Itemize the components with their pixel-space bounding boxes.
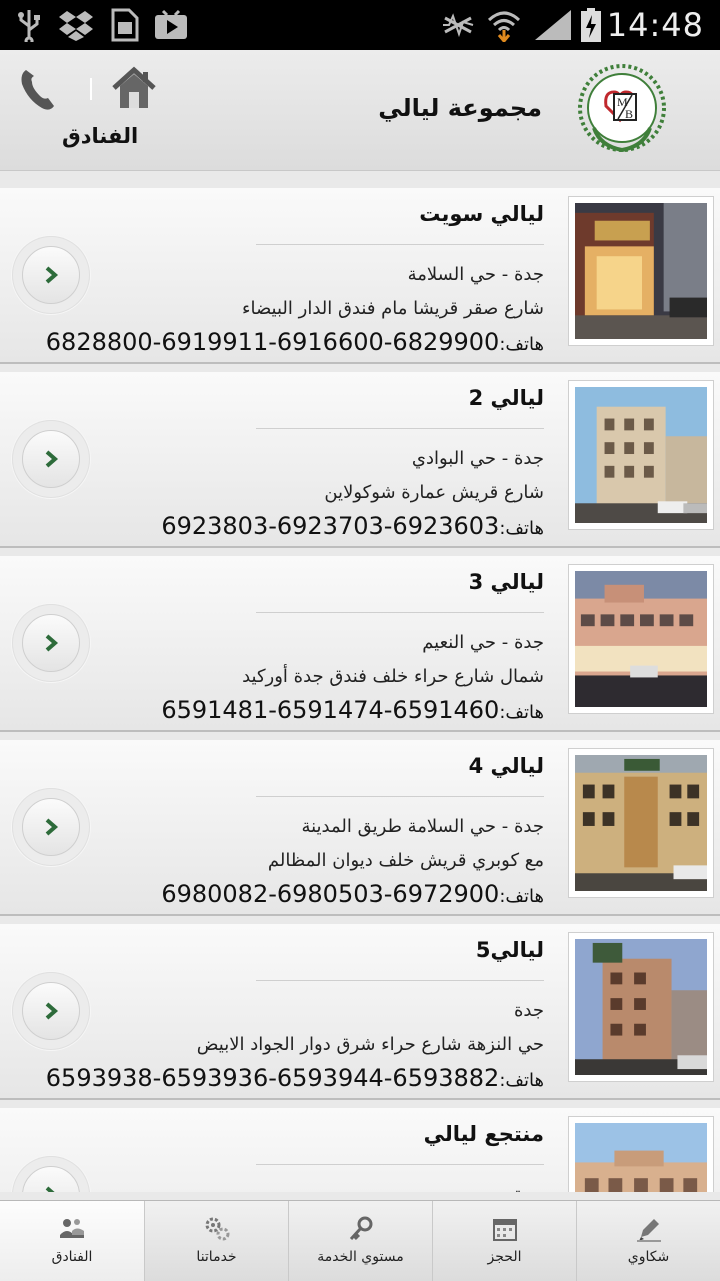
open-hotel-button[interactable]	[12, 972, 90, 1050]
chevron-right-icon	[45, 1186, 55, 1192]
hotel-address: شارع صقر قريشا مام فندق الدار البيضاء	[242, 298, 544, 319]
logo: M B	[570, 62, 674, 158]
section-title: الفنادق	[62, 124, 139, 148]
battery-charging-icon	[578, 8, 604, 42]
tab-label: خدماتنا	[196, 1249, 237, 1265]
tab-complaints[interactable]: شكاوي	[576, 1201, 720, 1281]
divider	[256, 796, 544, 797]
hotel-district: جدة - حي النعيم	[422, 632, 544, 653]
hotel-card[interactable]: ليالي 2 جدة - حي البوادي شارع قريش عمارة…	[0, 372, 720, 548]
usb-icon	[14, 8, 44, 42]
hotel-name: ليالي سويت	[419, 202, 544, 226]
hotel-name: ليالي5	[475, 938, 544, 962]
hotel-phones[interactable]: هاتف:6593938-6593936-6593944-6593882	[46, 1064, 544, 1092]
tab-label: الفنادق	[51, 1249, 93, 1265]
tab-label: مستوي الخدمة	[317, 1249, 404, 1265]
hotel-district: جدة - حي السلامة	[407, 264, 544, 285]
home-icon[interactable]	[110, 64, 158, 112]
page-title: مجموعة ليالي	[378, 94, 542, 122]
phone-label: هاتف:	[499, 334, 544, 355]
hotel-name: ليالي 3	[468, 570, 544, 594]
svg-text:B: B	[625, 107, 633, 121]
hotel-phones[interactable]: هاتف:6923803-6923703-6923603	[161, 512, 544, 540]
hotel-list[interactable]: ليالي سويت جدة - حي السلامة شارع صقر قري…	[0, 180, 720, 1192]
hotel-photo	[568, 380, 714, 530]
tab-services[interactable]: خدماتنا	[144, 1201, 288, 1281]
divider	[256, 244, 544, 245]
hotel-name: منتجع ليالي	[423, 1122, 544, 1146]
phone-numbers[interactable]: 6593938-6593936-6593944-6593882	[46, 1064, 500, 1092]
hotel-card[interactable]: ليالي سويت جدة - حي السلامة شارع صقر قري…	[0, 188, 720, 364]
phone-numbers[interactable]: 6923803-6923703-6923603	[161, 512, 499, 540]
hotel-photo	[568, 1116, 714, 1192]
hotel-address: مع كوبري قريش خلف ديوان المظالم	[267, 850, 544, 871]
phone-label: هاتف:	[499, 1070, 544, 1091]
phone-label: هاتف:	[499, 886, 544, 907]
hotel-phones[interactable]: هاتف:6591481-6591474-6591460	[161, 696, 544, 724]
tab-service-level[interactable]: مستوي الخدمة	[288, 1201, 432, 1281]
hotel-district: جدة	[513, 1000, 544, 1021]
hotel-card[interactable]: منتجع ليالي جدة	[0, 1108, 720, 1192]
chevron-right-icon	[45, 634, 59, 652]
dropbox-icon	[56, 8, 96, 42]
hotel-card[interactable]: ليالي 4 جدة - حي السلامة طريق المدينة مع…	[0, 740, 720, 916]
hotel-card[interactable]: ليالي 3 جدة - حي النعيم شمال شارع حراء خ…	[0, 556, 720, 732]
bottom-nav: الفنادق خدماتنا مستوي الخدمة الحجز شكاوي	[0, 1200, 720, 1281]
divider	[90, 78, 92, 100]
open-hotel-button[interactable]	[12, 236, 90, 314]
hotel-district: جدة - حي البوادي	[411, 448, 544, 469]
hotel-address: حي النزهة شارع حراء شرق دوار الجواد الاب…	[196, 1034, 544, 1055]
chevron-right-icon	[45, 1002, 59, 1020]
hotel-phones[interactable]: هاتف:6828800-6919911-6916600-6829900	[46, 328, 544, 356]
pen-icon	[636, 1219, 661, 1242]
status-bar: 14:48	[0, 0, 720, 50]
open-hotel-button[interactable]	[12, 1156, 90, 1192]
hotel-name: ليالي 2	[468, 386, 544, 410]
phone-label: هاتف:	[499, 702, 544, 723]
sim-icon	[106, 8, 142, 42]
calendar-icon	[492, 1219, 517, 1241]
hotel-photo	[568, 564, 714, 714]
clock: 14:48	[606, 6, 704, 44]
chevron-right-icon	[45, 266, 59, 284]
divider	[256, 980, 544, 981]
open-hotel-button[interactable]	[12, 788, 90, 866]
phone-numbers[interactable]: 6828800-6919911-6916600-6829900	[46, 328, 500, 356]
signal-icon	[532, 8, 574, 42]
open-hotel-button[interactable]	[12, 604, 90, 682]
open-hotel-button[interactable]	[12, 420, 90, 498]
phone-icon[interactable]	[18, 66, 58, 112]
hotel-photo	[568, 932, 714, 1082]
tab-label: الحجز	[487, 1249, 522, 1265]
chevron-right-icon	[45, 818, 59, 836]
hotel-address: شارع قريش عمارة شوكولاين	[324, 482, 544, 503]
hotel-phones[interactable]: هاتف:6980082-6980503-6972900	[161, 880, 544, 908]
hotel-photo	[568, 748, 714, 898]
hotel-card[interactable]: ليالي5 جدة حي النزهة شارع حراء شرق دوار …	[0, 924, 720, 1100]
tab-booking[interactable]: الحجز	[432, 1201, 576, 1281]
key-icon	[349, 1216, 372, 1241]
hotel-photo	[568, 196, 714, 346]
divider	[256, 612, 544, 613]
play-store-icon	[152, 8, 190, 42]
phone-numbers[interactable]: 6980082-6980503-6972900	[161, 880, 499, 908]
wifi-icon	[484, 8, 524, 42]
app-header: الفنادق مجموعة ليالي M B	[0, 50, 720, 171]
divider	[256, 1164, 544, 1165]
phone-numbers[interactable]: 6591481-6591474-6591460	[161, 696, 499, 724]
hotel-name: ليالي 4	[468, 754, 544, 778]
tab-label: شكاوي	[627, 1249, 670, 1265]
chevron-right-icon	[45, 450, 59, 468]
hotel-district: جدة	[514, 1184, 544, 1192]
hotel-address: شمال شارع حراء خلف فندق جدة أوركيد	[242, 666, 544, 687]
mute-icon	[440, 8, 476, 42]
tab-hotels[interactable]: الفنادق	[0, 1201, 144, 1281]
gears-icon	[205, 1217, 229, 1241]
hotel-district: جدة - حي السلامة طريق المدينة	[301, 816, 544, 837]
divider	[256, 428, 544, 429]
hotels-icon	[60, 1219, 84, 1238]
phone-label: هاتف:	[499, 518, 544, 539]
